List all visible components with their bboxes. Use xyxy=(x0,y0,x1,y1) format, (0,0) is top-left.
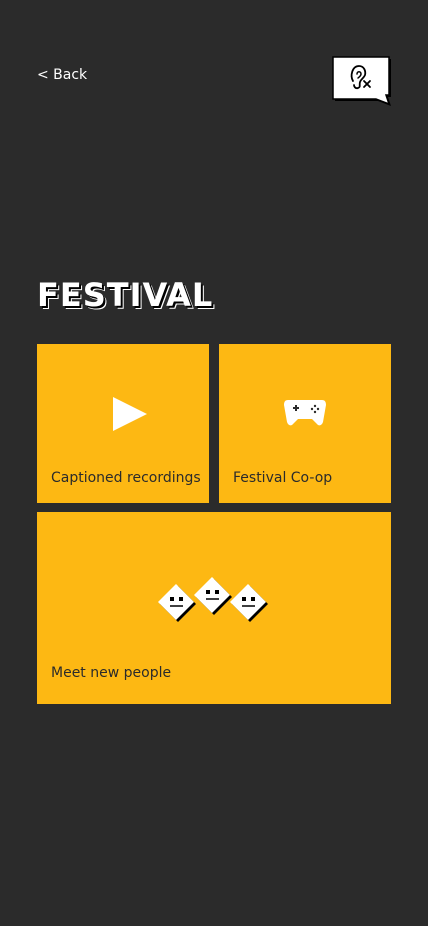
tile-label: Festival Co-op xyxy=(233,470,333,486)
tile-meet-new-people[interactable]: Meet new people xyxy=(37,512,391,704)
play-icon xyxy=(113,397,147,431)
tile-label: Meet new people xyxy=(51,665,172,681)
faces-icon xyxy=(158,577,268,622)
tile-festival-coop[interactable]: Festival Co-op xyxy=(219,344,391,503)
page-title: FESTIVAL xyxy=(37,276,214,314)
hearing-captions-icon xyxy=(332,56,391,106)
gamepad-icon xyxy=(284,400,326,426)
back-link[interactable]: < Back xyxy=(37,67,87,83)
accessibility-button[interactable] xyxy=(331,55,393,109)
tile-captioned-recordings[interactable]: Captioned recordings xyxy=(37,344,209,503)
tile-label: Captioned recordings xyxy=(51,470,201,486)
